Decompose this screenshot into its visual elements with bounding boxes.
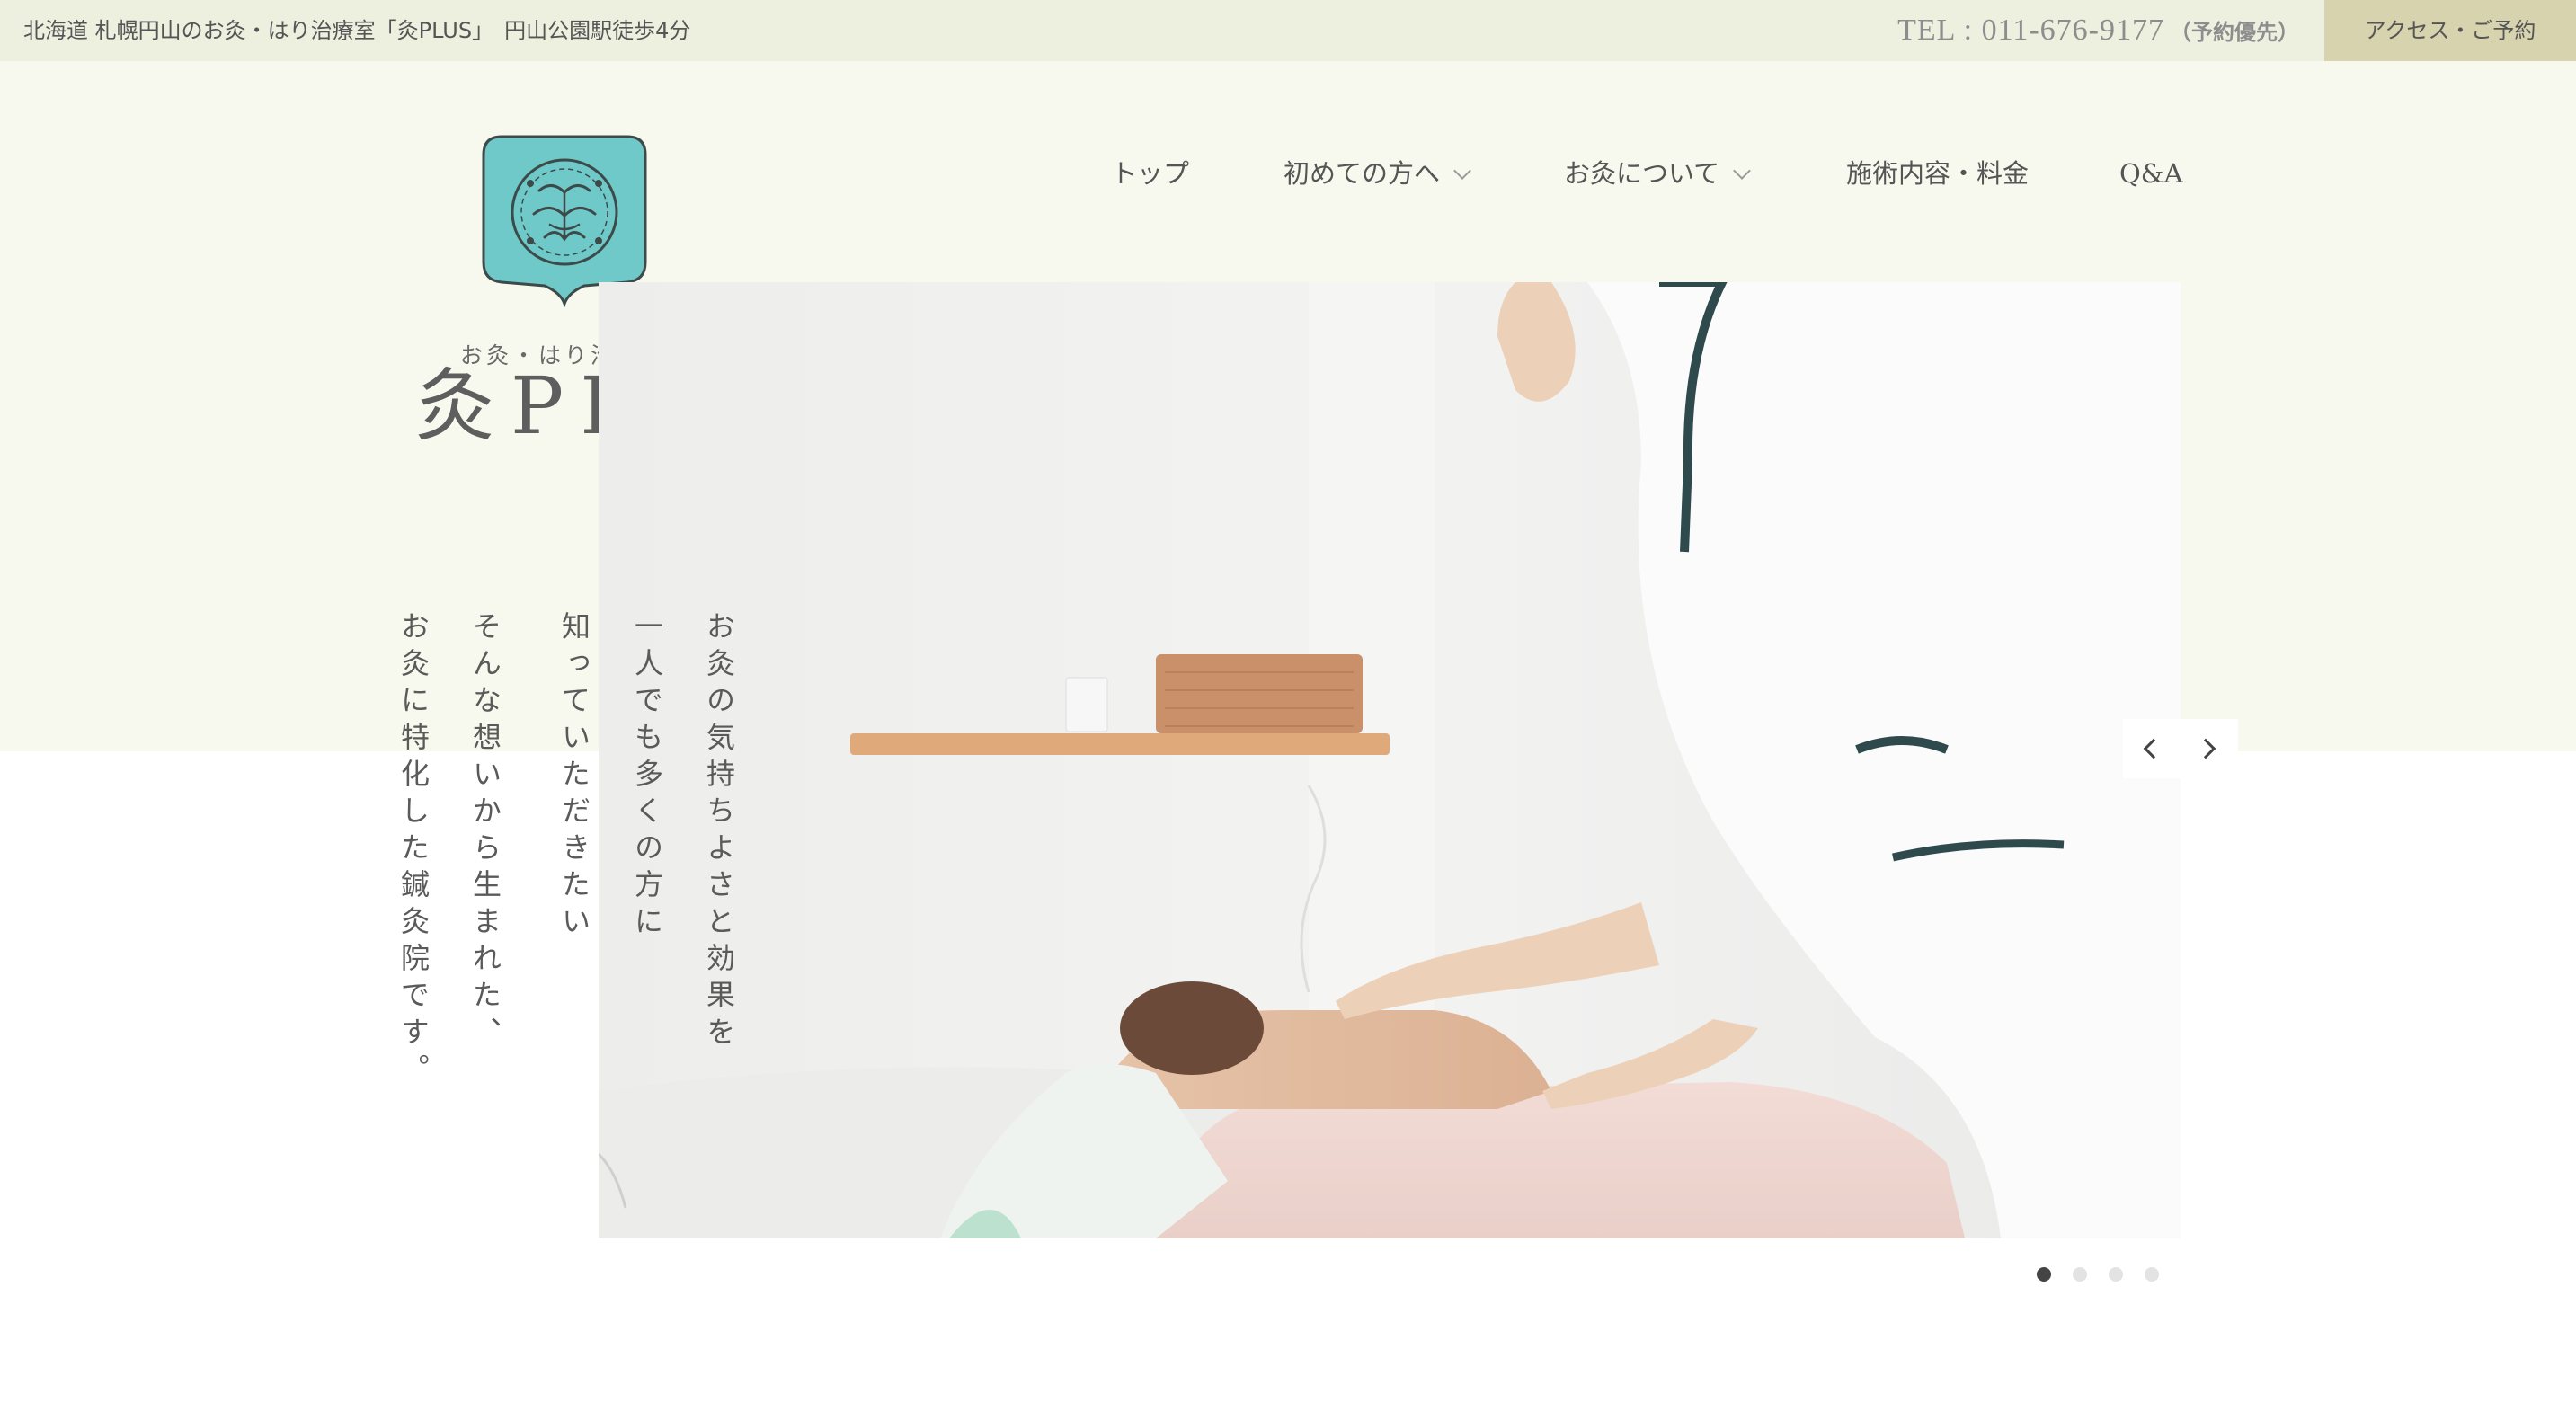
nav-item-treatment-fees[interactable]: 施術内容・料金 [1846, 153, 2029, 194]
chevron-down-icon [1733, 162, 1752, 180]
nav-item-label: お灸について [1564, 158, 1720, 189]
site-info-text: 北海道 札幌円山のお灸・はり治療室「灸PLUS」 円山公園駅徒歩4分 [23, 18, 691, 43]
nav-item-first-visit[interactable]: 初めての方へ [1284, 153, 1471, 194]
access-reservation-button[interactable]: アクセス・ご予約 [2324, 0, 2576, 61]
hero-slideshow-image [599, 282, 2181, 1238]
slider-dot-2[interactable] [2073, 1267, 2087, 1282]
hero-copy-line-4: そんな想いから生まれた、 [468, 611, 502, 1053]
main-navigation: トップ 初めての方へ お灸について 施術内容・料金 Q&A [0, 153, 2576, 194]
phone-note: （予約優先） [2170, 22, 2299, 45]
moxibustion-treatment-photo-icon [599, 282, 2181, 1238]
hero-copy-line-3: 知っていただきたい [557, 611, 591, 943]
phone-number-text: TEL : 011-676-9177 [1897, 13, 2164, 47]
phone-number[interactable]: TEL : 011-676-9177 （予約優先） [1897, 0, 2299, 61]
chevron-down-icon [1453, 162, 1471, 180]
chevron-right-icon [2195, 738, 2216, 759]
slider-dot-3[interactable] [2109, 1267, 2123, 1282]
slider-dot-1[interactable] [2037, 1267, 2051, 1282]
nav-item-label: トップ [1111, 158, 1190, 189]
slider-prev-button[interactable] [2123, 719, 2181, 778]
hero-copy-line-1: お灸の気持ちよさと効果を [702, 611, 736, 1053]
nav-item-label: 初めての方へ [1284, 158, 1441, 189]
slider-dot-4[interactable] [2145, 1267, 2159, 1282]
nav-item-label: 施術内容・料金 [1846, 158, 2030, 189]
chevron-left-icon [2143, 738, 2164, 759]
slider-arrows [2123, 719, 2238, 778]
top-bar: 北海道 札幌円山のお灸・はり治療室「灸PLUS」 円山公園駅徒歩4分 TEL :… [0, 0, 2576, 61]
hero-copy-line-2: 一人でも多くの方に [630, 611, 664, 943]
slider-next-button[interactable] [2181, 719, 2238, 778]
nav-item-top[interactable]: トップ [1111, 153, 1189, 194]
hero-copy-line-5: お灸に特化した鍼灸院です。 [396, 611, 431, 1090]
nav-item-about-moxibustion[interactable]: お灸について [1564, 153, 1752, 194]
nav-item-qa[interactable]: Q&A [2119, 153, 2183, 194]
nav-item-label: Q&A [2119, 158, 2183, 189]
